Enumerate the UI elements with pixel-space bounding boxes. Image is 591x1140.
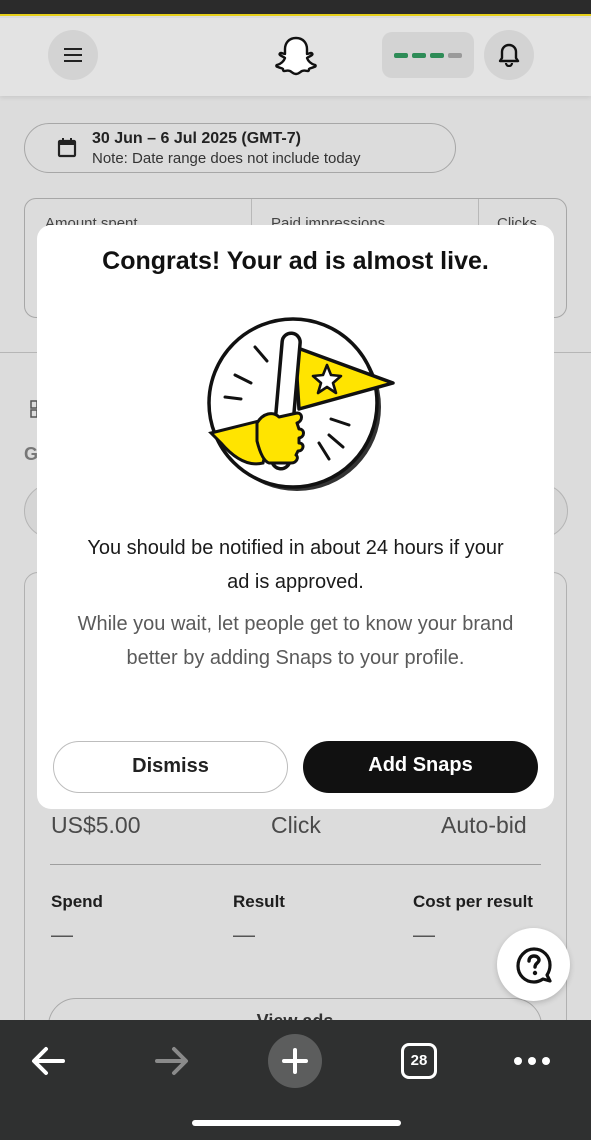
- dialog-message: You should be notified in about 24 hours…: [87, 537, 504, 593]
- spend-label: Spend: [51, 892, 103, 911]
- browser-navigation-bar: 28: [0, 1020, 591, 1140]
- ad-submitted-dialog: Congrats! Your ad is almost live. You sh…: [37, 225, 554, 809]
- status-segment: [430, 52, 444, 58]
- arrow-right-icon: [155, 1047, 188, 1075]
- plus-icon: [282, 1048, 308, 1074]
- add-snaps-button[interactable]: Add Snaps: [303, 741, 538, 793]
- dialog-title: Congrats! Your ad is almost live.: [102, 247, 489, 275]
- date-range-title: 30 Jun – 6 Jul 2025 (GMT-7): [92, 130, 301, 147]
- plus-circle: [268, 1034, 322, 1088]
- ad-goal: Click: [271, 812, 321, 838]
- top-app-bar: [0, 18, 591, 96]
- dismiss-button[interactable]: Dismiss: [53, 741, 288, 793]
- card-divider: [50, 864, 541, 865]
- account-status-indicator[interactable]: [382, 32, 474, 78]
- arrow-left-icon: [32, 1047, 65, 1075]
- status-segment: [448, 52, 462, 58]
- status-segment: [412, 52, 426, 58]
- result-label: Result: [233, 892, 285, 911]
- notifications-button[interactable]: [484, 30, 534, 80]
- celebration-flag-illustration: [207, 317, 395, 491]
- spend-value: —: [51, 922, 73, 947]
- date-range-selector[interactable]: 30 Jun – 6 Jul 2025 (GMT-7) Note: Date r…: [24, 123, 456, 173]
- result-value: —: [233, 922, 255, 947]
- help-button[interactable]: [497, 928, 570, 1001]
- status-segment: [394, 52, 408, 58]
- cost-per-result-value: —: [413, 922, 435, 947]
- forward-button[interactable]: [150, 1034, 194, 1088]
- menu-button[interactable]: [48, 30, 98, 80]
- more-dots-icon: [514, 1057, 550, 1065]
- dialog-submessage: While you wait, let people get to know y…: [77, 613, 514, 669]
- back-button[interactable]: [26, 1034, 70, 1088]
- tab-count: 28: [401, 1043, 437, 1079]
- cost-per-result-label: Cost per result: [413, 892, 533, 911]
- bid-strategy: Auto-bid: [441, 812, 527, 838]
- calendar-icon: [57, 138, 77, 158]
- date-range-note: Note: Date range does not include today: [92, 150, 361, 167]
- help-question-icon: [515, 946, 552, 984]
- hamburger-icon: [64, 48, 82, 62]
- section-heading-partial: G: [24, 444, 39, 464]
- bid-amount: US$5.00: [51, 812, 141, 838]
- new-tab-button[interactable]: [268, 1034, 322, 1088]
- bell-icon: [498, 43, 520, 67]
- status-bar: [0, 0, 591, 16]
- snapchat-ghost-icon[interactable]: [272, 34, 320, 78]
- tabs-button[interactable]: 28: [398, 1034, 440, 1088]
- home-indicator[interactable]: [192, 1120, 401, 1126]
- more-menu-button[interactable]: [510, 1034, 554, 1088]
